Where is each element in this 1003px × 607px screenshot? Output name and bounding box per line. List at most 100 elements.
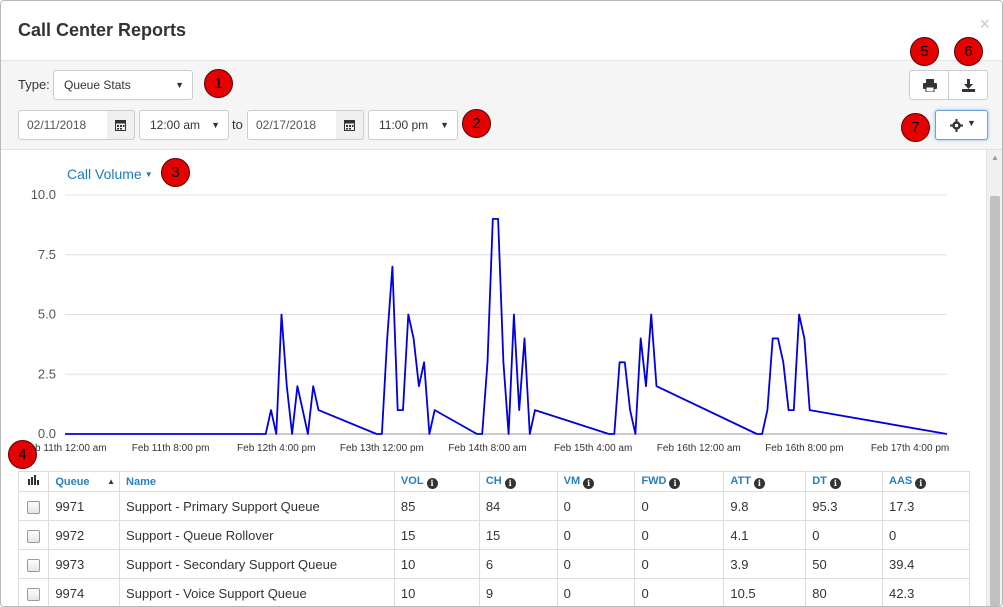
- table-cell: 84: [478, 491, 558, 521]
- type-label: Type:: [18, 77, 50, 92]
- callout-7: 7: [901, 113, 930, 142]
- column-header-label: Name: [126, 475, 157, 488]
- end-time-select[interactable]: 11:00 pm ▼: [368, 110, 458, 140]
- content-scrollbar[interactable]: ▲: [986, 150, 1002, 606]
- table-cell: 0: [882, 520, 970, 550]
- callout-1: 1: [204, 69, 233, 98]
- table-cell: 10: [393, 549, 480, 579]
- table-body: 9971 Support - Primary Support Queue 85 84 0…: [17, 491, 970, 606]
- callout-4: 4: [8, 440, 37, 469]
- scroll-up-icon[interactable]: ▲: [991, 153, 999, 162]
- call-center-reports-modal: Call Center Reports × Type: Queue Stats …: [0, 0, 1003, 607]
- table-cell: 0: [556, 491, 636, 521]
- printer-icon: [923, 79, 937, 92]
- row-select-cell: [17, 549, 50, 579]
- y-tick-label: 5.0: [38, 307, 56, 322]
- row-checkbox[interactable]: [27, 587, 41, 601]
- calendar-icon[interactable]: [336, 110, 364, 140]
- row-select-cell: [17, 578, 50, 606]
- column-chooser-button[interactable]: [17, 471, 50, 492]
- end-date-input[interactable]: 02/17/2018: [247, 110, 337, 140]
- row-select-cell: [17, 491, 50, 521]
- column-header-vol[interactable]: VOL i: [393, 471, 480, 492]
- x-tick-label: Feb 13th 12:00 pm: [340, 443, 424, 454]
- table-row[interactable]: 9974 Support - Voice Support Queue 10 9 0 0 10…: [17, 578, 970, 606]
- column-header-ch[interactable]: CH i: [478, 471, 558, 492]
- table-cell: 15: [478, 520, 558, 550]
- column-header-label: CH: [485, 474, 502, 487]
- table-row[interactable]: 9973 Support - Secondary Support Queue 10 6…: [17, 549, 970, 579]
- column-header-vm[interactable]: VM i: [556, 471, 636, 492]
- start-time-select[interactable]: 12:00 am ▼: [139, 110, 229, 140]
- queue-stats-table: Queue ▲ Name VOL i CH i VM i FWD i ATT i DT i AAS i 9971…: [17, 471, 970, 606]
- info-icon[interactable]: i: [753, 477, 765, 489]
- table-cell: 9973: [48, 549, 121, 579]
- table-cell: 10.5: [723, 578, 807, 606]
- modal-title: Call Center Reports: [18, 20, 187, 40]
- x-tick-label: Feb 17th 4:00 pm: [871, 443, 949, 454]
- table-cell: 0: [634, 520, 725, 550]
- y-tick-label: 0.0: [38, 426, 56, 441]
- info-icon[interactable]: i: [829, 477, 841, 489]
- table-cell: 95.3: [805, 491, 884, 521]
- x-tick-label: Feb 16th 8:00 pm: [765, 443, 843, 454]
- table-cell: 42.3: [882, 578, 970, 606]
- column-header-dt[interactable]: DT i: [805, 471, 884, 492]
- info-icon[interactable]: i: [583, 477, 595, 489]
- chart-type-label: Call Volume: [67, 166, 142, 182]
- column-header-label: ATT: [730, 474, 751, 487]
- column-header-label: Queue: [55, 475, 90, 488]
- chevron-down-icon: ▼: [211, 120, 220, 130]
- column-header-label: FWD: [641, 474, 667, 487]
- table-cell: 3.9: [723, 549, 807, 579]
- table-cell: 0: [556, 520, 636, 550]
- callout-2: 2: [462, 109, 491, 138]
- column-header-att[interactable]: ATT i: [723, 471, 807, 492]
- type-select-value: Queue Stats: [64, 78, 131, 92]
- type-select[interactable]: Queue Stats ▼: [53, 70, 193, 100]
- table-cell: 85: [393, 491, 480, 521]
- info-icon[interactable]: i: [426, 477, 438, 489]
- table-cell: Support - Primary Support Queue: [119, 491, 395, 521]
- chart-type-dropdown[interactable]: Call Volume ▼: [67, 166, 153, 182]
- info-icon[interactable]: i: [915, 477, 927, 489]
- table-cell: 9971: [48, 491, 121, 521]
- download-icon: [962, 79, 975, 92]
- print-button[interactable]: [909, 70, 949, 100]
- column-header-queue[interactable]: Queue ▲: [48, 471, 121, 492]
- chevron-down-icon: ▼: [175, 80, 184, 90]
- table-row[interactable]: 9971 Support - Primary Support Queue 85 84 0…: [17, 491, 970, 521]
- table-cell: 17.3: [882, 491, 970, 521]
- table-row[interactable]: 9972 Support - Queue Rollover 15 15 0 0 4.1 0 0: [17, 520, 970, 550]
- info-icon[interactable]: i: [669, 477, 681, 489]
- settings-dropdown-button[interactable]: ▼: [935, 110, 988, 140]
- column-header-name[interactable]: Name: [119, 471, 395, 492]
- table-cell: 6: [478, 549, 558, 579]
- start-time-value: 12:00 am: [150, 118, 201, 132]
- row-checkbox[interactable]: [27, 558, 41, 572]
- download-button[interactable]: [948, 70, 988, 100]
- column-header-aas[interactable]: AAS i: [882, 471, 970, 492]
- x-tick-label: Feb 16th 12:00 am: [657, 443, 741, 454]
- close-icon[interactable]: ×: [979, 14, 990, 35]
- calendar-icon[interactable]: [107, 110, 135, 140]
- column-header-label: DT: [812, 474, 827, 487]
- info-icon[interactable]: i: [504, 477, 516, 489]
- row-checkbox[interactable]: [27, 529, 41, 543]
- table-cell: Support - Voice Support Queue: [119, 578, 395, 606]
- table-cell: 0: [556, 578, 636, 606]
- table-cell: 39.4: [882, 549, 970, 579]
- column-header-fwd[interactable]: FWD i: [634, 471, 725, 492]
- table-cell: 0: [634, 491, 725, 521]
- start-date-input[interactable]: 02/11/2018: [18, 110, 108, 140]
- chevron-down-icon: ▼: [967, 118, 976, 128]
- bar-chart-icon: [28, 475, 40, 485]
- call-volume-chart: 0.02.55.07.510.0Feb 11th 12:00 am Feb 11t…: [23, 187, 949, 454]
- row-select-cell: [17, 520, 50, 550]
- y-tick-label: 10.0: [31, 187, 56, 202]
- row-checkbox[interactable]: [27, 500, 41, 514]
- scroll-thumb[interactable]: [990, 196, 1000, 606]
- table-cell: Support - Secondary Support Queue: [119, 549, 395, 579]
- x-tick-label: Feb 14th 8:00 am: [448, 443, 526, 454]
- table-cell: 80: [805, 578, 884, 606]
